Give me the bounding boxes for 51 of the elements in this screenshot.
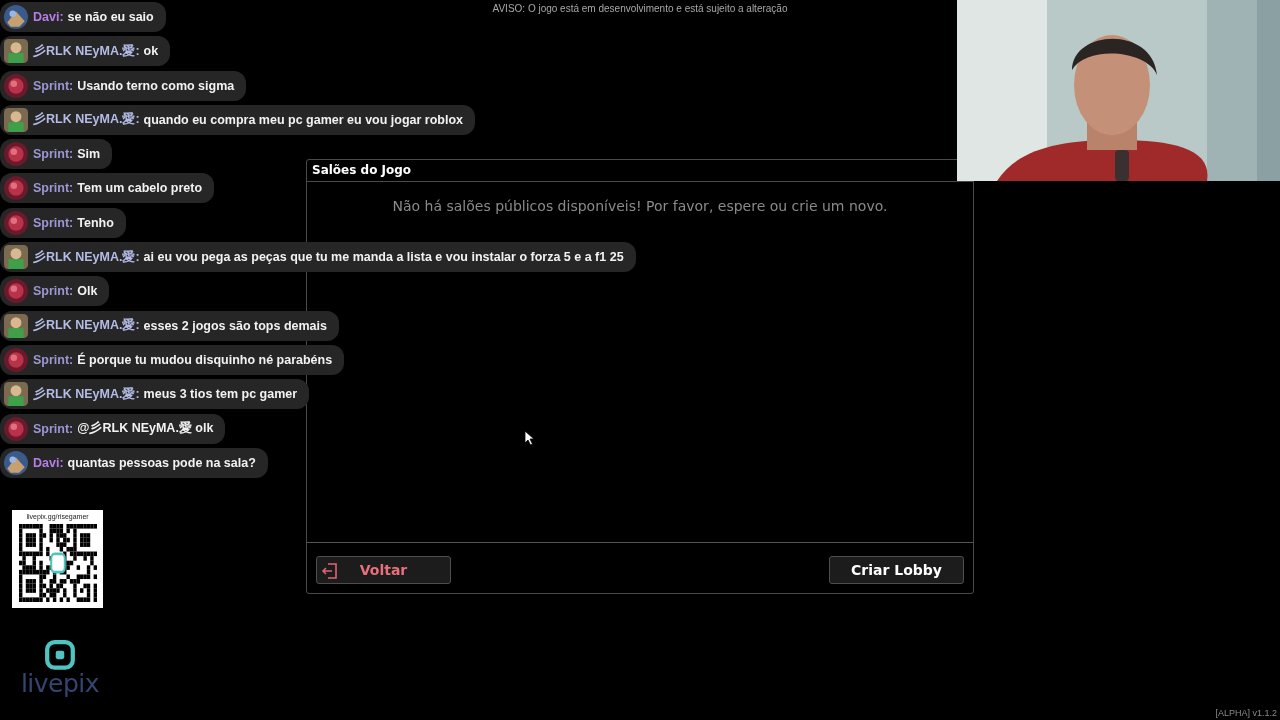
avatar-icon	[4, 313, 28, 338]
brand-name: livepix	[20, 669, 100, 699]
chat-message-text: Tenho	[77, 215, 114, 230]
chat-username: Sprint:	[33, 421, 74, 436]
avatar-icon	[4, 450, 28, 475]
avatar-icon	[4, 107, 28, 132]
exit-icon	[321, 561, 338, 580]
avatar-icon	[4, 142, 28, 167]
chat-message-text: Tem um cabelo preto	[77, 181, 203, 196]
chat-username: Sprint:	[33, 352, 74, 367]
mouse-cursor-icon	[524, 430, 535, 446]
avatar-icon	[4, 73, 28, 98]
chat-message-text: se não eu saio	[67, 10, 154, 24]
chat-username: 彡RLK NEyMA.愛:	[33, 42, 140, 60]
chat-message-text: meus 3 tios tem pc gamer	[143, 387, 298, 402]
chat-message-text: Usando terno como sigma	[77, 78, 235, 93]
chat-username: 彡RLK NEyMA.愛:	[33, 111, 140, 129]
chat-username: Sprint:	[33, 78, 74, 93]
avatar-icon	[4, 382, 28, 407]
chat-message-text: esses 2 jogos são tops demais	[143, 318, 327, 333]
avatar-icon	[4, 245, 28, 270]
avatar-icon	[4, 279, 28, 304]
chat-message-text: Olk	[77, 284, 98, 299]
logo-icon	[45, 640, 75, 672]
chat-username: 彡RLK NEyMA.愛:	[33, 248, 140, 266]
avatar-icon	[4, 176, 28, 201]
chat-message-text: quando eu compra meu pc gamer eu vou jogar roblox	[143, 112, 464, 127]
avatar-icon	[4, 416, 28, 441]
create-lobby-button[interactable]: Criar Lobby	[829, 555, 964, 584]
chat-message-text: @彡RLK NEyMA.愛 olk	[77, 420, 214, 438]
chat-message-text: É porque tu mudou disquinho né parabéns	[77, 352, 333, 367]
chat-message-text: ai eu vou pega as peças que tu me manda a lista e vou instalar o forza 5 e a f1 25	[143, 250, 624, 265]
avatar-icon	[4, 347, 28, 372]
chat-username: Sprint:	[33, 147, 74, 162]
avatar-icon	[4, 39, 28, 64]
warning-notice: AVISO: O jogo está em desenvolvimento e está sujeito a alteração	[491, 3, 789, 14]
chat-username: Sprint:	[33, 215, 74, 230]
chat-username: Davi:	[33, 455, 64, 470]
chat-username: Sprint:	[33, 181, 74, 196]
chat-username: 彡RLK NEyMA.愛:	[33, 317, 140, 335]
chat-message-text: quantas pessoas pode na sala?	[67, 455, 256, 470]
chat-message-text: ok	[143, 44, 159, 59]
chat-username: Davi:	[33, 10, 64, 24]
chat-username: Sprint:	[33, 284, 74, 299]
avatar-icon	[4, 210, 28, 235]
empty-message: Não há salões públicos disponíveis! Por favor, espere ou crie um novo.	[391, 198, 889, 214]
avatar-icon	[4, 5, 28, 29]
back-button[interactable]: Voltar	[316, 555, 451, 584]
chat-message-text: Sim	[77, 147, 101, 162]
version-label: [ALPHA] v1.1.2	[1215, 708, 1277, 718]
chat-username: 彡RLK NEyMA.愛:	[33, 385, 140, 403]
